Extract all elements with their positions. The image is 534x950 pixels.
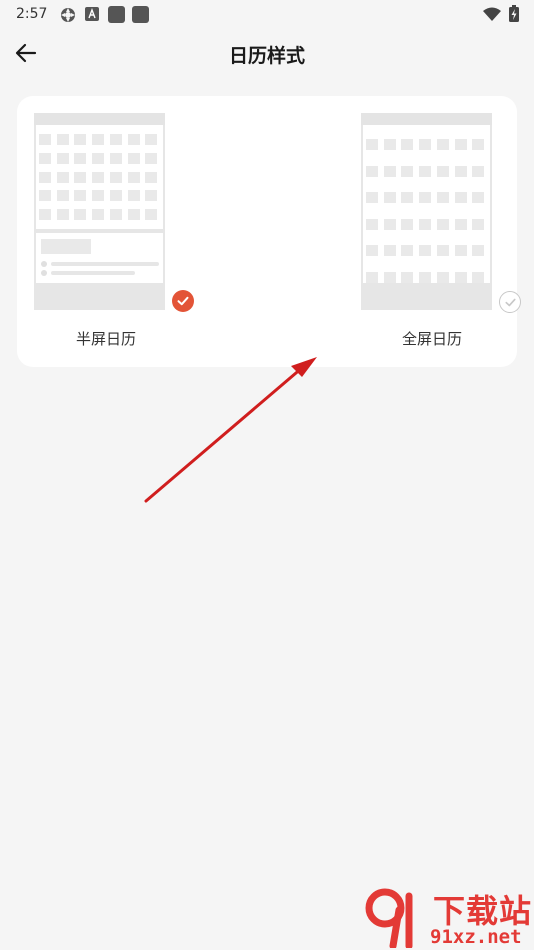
annotation-arrow (144, 357, 317, 503)
watermark: 下载站 91xz.net (360, 880, 534, 950)
watermark-logo-icon (365, 888, 413, 948)
watermark-domain: 91xz.net (430, 926, 522, 948)
